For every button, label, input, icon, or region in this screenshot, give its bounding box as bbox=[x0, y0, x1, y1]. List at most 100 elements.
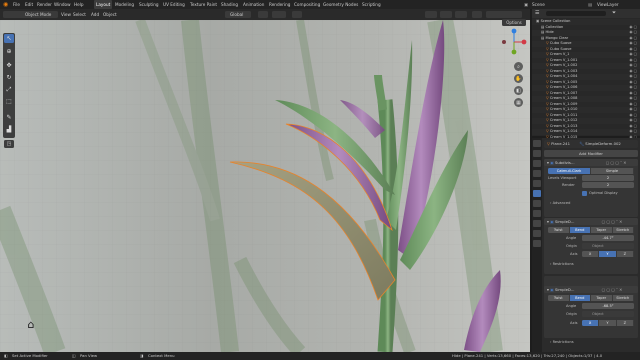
tab-rendering[interactable]: Rendering bbox=[269, 0, 290, 9]
annotate-icon[interactable]: ✎ bbox=[4, 113, 14, 122]
modifier-visibility-icons[interactable]: ▢ ▢ ▢ ˅ ✕ bbox=[606, 160, 627, 165]
particles-tab-icon[interactable] bbox=[533, 200, 541, 207]
tab-compositing[interactable]: Compositing bbox=[294, 0, 320, 9]
cursor-icon[interactable]: ⊕ bbox=[4, 47, 14, 56]
stretch-button[interactable]: Stretch bbox=[612, 227, 634, 233]
origin-field-2[interactable]: Object bbox=[582, 311, 634, 317]
menu-file[interactable]: File bbox=[13, 0, 20, 9]
tab-uv-editing[interactable]: UV Editing bbox=[163, 0, 185, 9]
origin-field-1[interactable]: Object bbox=[582, 243, 634, 249]
move-icon[interactable]: ✥ bbox=[4, 61, 14, 70]
pan-hand-icon[interactable]: ✋ bbox=[514, 74, 523, 83]
subdivision-mode-toggle[interactable]: Catmull-Clark Simple bbox=[548, 168, 634, 174]
restrictions-subpanel-header-1[interactable]: › Restrictions bbox=[550, 262, 574, 266]
deform-mode-toggle-1[interactable]: Twist Bend Taper Stretch bbox=[548, 227, 634, 233]
modifier-tab-icon[interactable] bbox=[533, 190, 541, 197]
subdivision-name[interactable]: Subdivis... bbox=[555, 160, 575, 165]
material-tab-icon[interactable] bbox=[533, 240, 541, 247]
object-name[interactable]: Plane.241 bbox=[551, 141, 570, 146]
tab-modeling[interactable]: Modeling bbox=[115, 0, 134, 9]
simple-button[interactable]: Simple bbox=[591, 168, 634, 174]
3d-viewport[interactable]: ⌕ ✋ ◧ ▦ bbox=[0, 20, 530, 352]
constraints-tab-icon[interactable] bbox=[533, 220, 541, 227]
render-levels-field[interactable]: 2 bbox=[582, 182, 634, 188]
menu-help[interactable]: Help bbox=[74, 0, 84, 9]
perspective-grid-icon[interactable]: ▦ bbox=[514, 98, 523, 107]
taper-button[interactable]: Taper bbox=[591, 227, 613, 233]
outliner-search-input[interactable] bbox=[546, 11, 606, 16]
tab-texture-paint[interactable]: Texture Paint bbox=[190, 0, 217, 9]
twist-button[interactable]: Twist bbox=[548, 295, 570, 301]
physics-tab-icon[interactable] bbox=[533, 210, 541, 217]
snap-toggle[interactable] bbox=[272, 11, 286, 18]
overlay-toggle[interactable] bbox=[455, 11, 467, 18]
stretch-button[interactable]: Stretch bbox=[612, 295, 634, 301]
levels-viewport-field[interactable]: 2 bbox=[582, 175, 634, 181]
tab-layout[interactable]: Layout bbox=[94, 0, 113, 9]
axis-toggle-2[interactable]: X Y Z bbox=[582, 320, 634, 326]
object-tab-icon[interactable] bbox=[533, 180, 541, 187]
restrictions-subpanel-header-2[interactable]: › Restrictions bbox=[550, 340, 574, 344]
catmull-clark-button[interactable]: Catmull-Clark bbox=[548, 168, 591, 174]
axis-y-button[interactable]: Y bbox=[599, 251, 617, 257]
filter-icon[interactable]: ⏷ bbox=[612, 10, 616, 16]
axis-toggle-1[interactable]: X Y Z bbox=[582, 251, 634, 257]
angle-field-1[interactable]: -44.7° bbox=[582, 235, 634, 241]
axis-z-button[interactable]: Z bbox=[616, 320, 634, 326]
axis-x-button[interactable]: X bbox=[582, 251, 600, 257]
tab-sculpting[interactable]: Sculpting bbox=[139, 0, 159, 9]
add-cube-icon[interactable]: ◳ bbox=[4, 140, 14, 148]
optimal-display-checkbox[interactable] bbox=[582, 191, 587, 196]
menu-object[interactable]: Object bbox=[103, 9, 117, 20]
tab-geometry-nodes[interactable]: Geometry Nodes bbox=[323, 0, 358, 9]
tab-shading[interactable]: Shading bbox=[221, 0, 238, 9]
modifier-visibility-icons[interactable]: ▢ ▢ ▢ ˅ ✕ bbox=[602, 287, 623, 292]
pivot-point-button[interactable] bbox=[258, 11, 268, 18]
tab-scripting[interactable]: Scripting bbox=[362, 0, 381, 9]
xray-toggle[interactable] bbox=[472, 11, 482, 18]
add-modifier-button[interactable]: Add Modifier bbox=[544, 150, 638, 157]
gizmo-toggle[interactable] bbox=[440, 11, 452, 18]
menu-select[interactable]: Select bbox=[73, 9, 86, 20]
view-layer-selector[interactable]: ViewLayer bbox=[597, 0, 619, 9]
scene-selector[interactable]: Scene bbox=[532, 0, 545, 9]
output-tab-icon[interactable] bbox=[533, 160, 541, 167]
tab-animation[interactable]: Animation bbox=[243, 0, 264, 9]
navigation-gizmo[interactable] bbox=[500, 28, 528, 56]
blender-logo-icon[interactable]: ◉ bbox=[3, 0, 8, 9]
tool-tab-icon[interactable] bbox=[533, 140, 541, 147]
deform-mode-toggle-2[interactable]: Twist Bend Taper Stretch bbox=[548, 295, 634, 301]
outliner[interactable]: ☰ ⏷ ▣ Scene Collection ▤ Collection ◉ ▢ ▤ … bbox=[532, 9, 640, 139]
scene-tab-icon[interactable] bbox=[533, 170, 541, 177]
angle-field-2[interactable]: -68.5° bbox=[582, 303, 634, 309]
simple-deform-header-2[interactable]: ▾ ▣ SimpleD... ▢ ▢ ▢ ˅ ✕ bbox=[544, 286, 638, 293]
outliner-editor-icon[interactable]: ☰ bbox=[535, 10, 539, 16]
measure-icon[interactable]: ▟ bbox=[4, 125, 14, 134]
menu-add[interactable]: Add bbox=[91, 9, 99, 20]
shading-mode-buttons[interactable] bbox=[486, 11, 522, 18]
simple-deform-name-1[interactable]: SimpleD... bbox=[555, 219, 575, 224]
zoom-icon[interactable]: ⌕ bbox=[514, 62, 523, 71]
scale-icon[interactable]: ⤢ bbox=[4, 85, 14, 94]
menu-edit[interactable]: Edit bbox=[25, 0, 33, 9]
camera-icon[interactable]: ◧ bbox=[514, 86, 523, 95]
render-tab-icon[interactable] bbox=[533, 150, 541, 157]
simple-deform-name-2[interactable]: SimpleD... bbox=[555, 287, 575, 292]
visibility-toggle[interactable] bbox=[425, 11, 437, 18]
bend-button[interactable]: Bend bbox=[569, 227, 591, 233]
menu-view[interactable]: View bbox=[61, 9, 71, 20]
view-layer-icon[interactable]: ▤ bbox=[588, 0, 592, 9]
modifier-visibility-icons[interactable]: ▢ ▢ ▢ ˅ ✕ bbox=[602, 219, 623, 224]
twist-button[interactable]: Twist bbox=[548, 227, 570, 233]
active-modifier-name[interactable]: SimpleDeform.002 bbox=[585, 141, 621, 146]
data-tab-icon[interactable] bbox=[533, 230, 541, 237]
axis-x-button[interactable]: X bbox=[582, 320, 600, 326]
rotate-icon[interactable]: ↻ bbox=[4, 73, 14, 82]
menu-render[interactable]: Render bbox=[37, 0, 52, 9]
simple-deform-header-1[interactable]: ▾ ▣ SimpleD... ▢ ▢ ▢ ˅ ✕ bbox=[544, 218, 638, 225]
transform-icon[interactable]: ⬚ bbox=[4, 97, 14, 106]
taper-button[interactable]: Taper bbox=[591, 295, 613, 301]
menu-window[interactable]: Window bbox=[54, 0, 71, 9]
advanced-subpanel-header[interactable]: › Advanced bbox=[550, 201, 570, 205]
subdivision-header[interactable]: ▾ ▣ Subdivis... ▢ ▢ ▢ ˅ ✕ bbox=[544, 159, 638, 166]
